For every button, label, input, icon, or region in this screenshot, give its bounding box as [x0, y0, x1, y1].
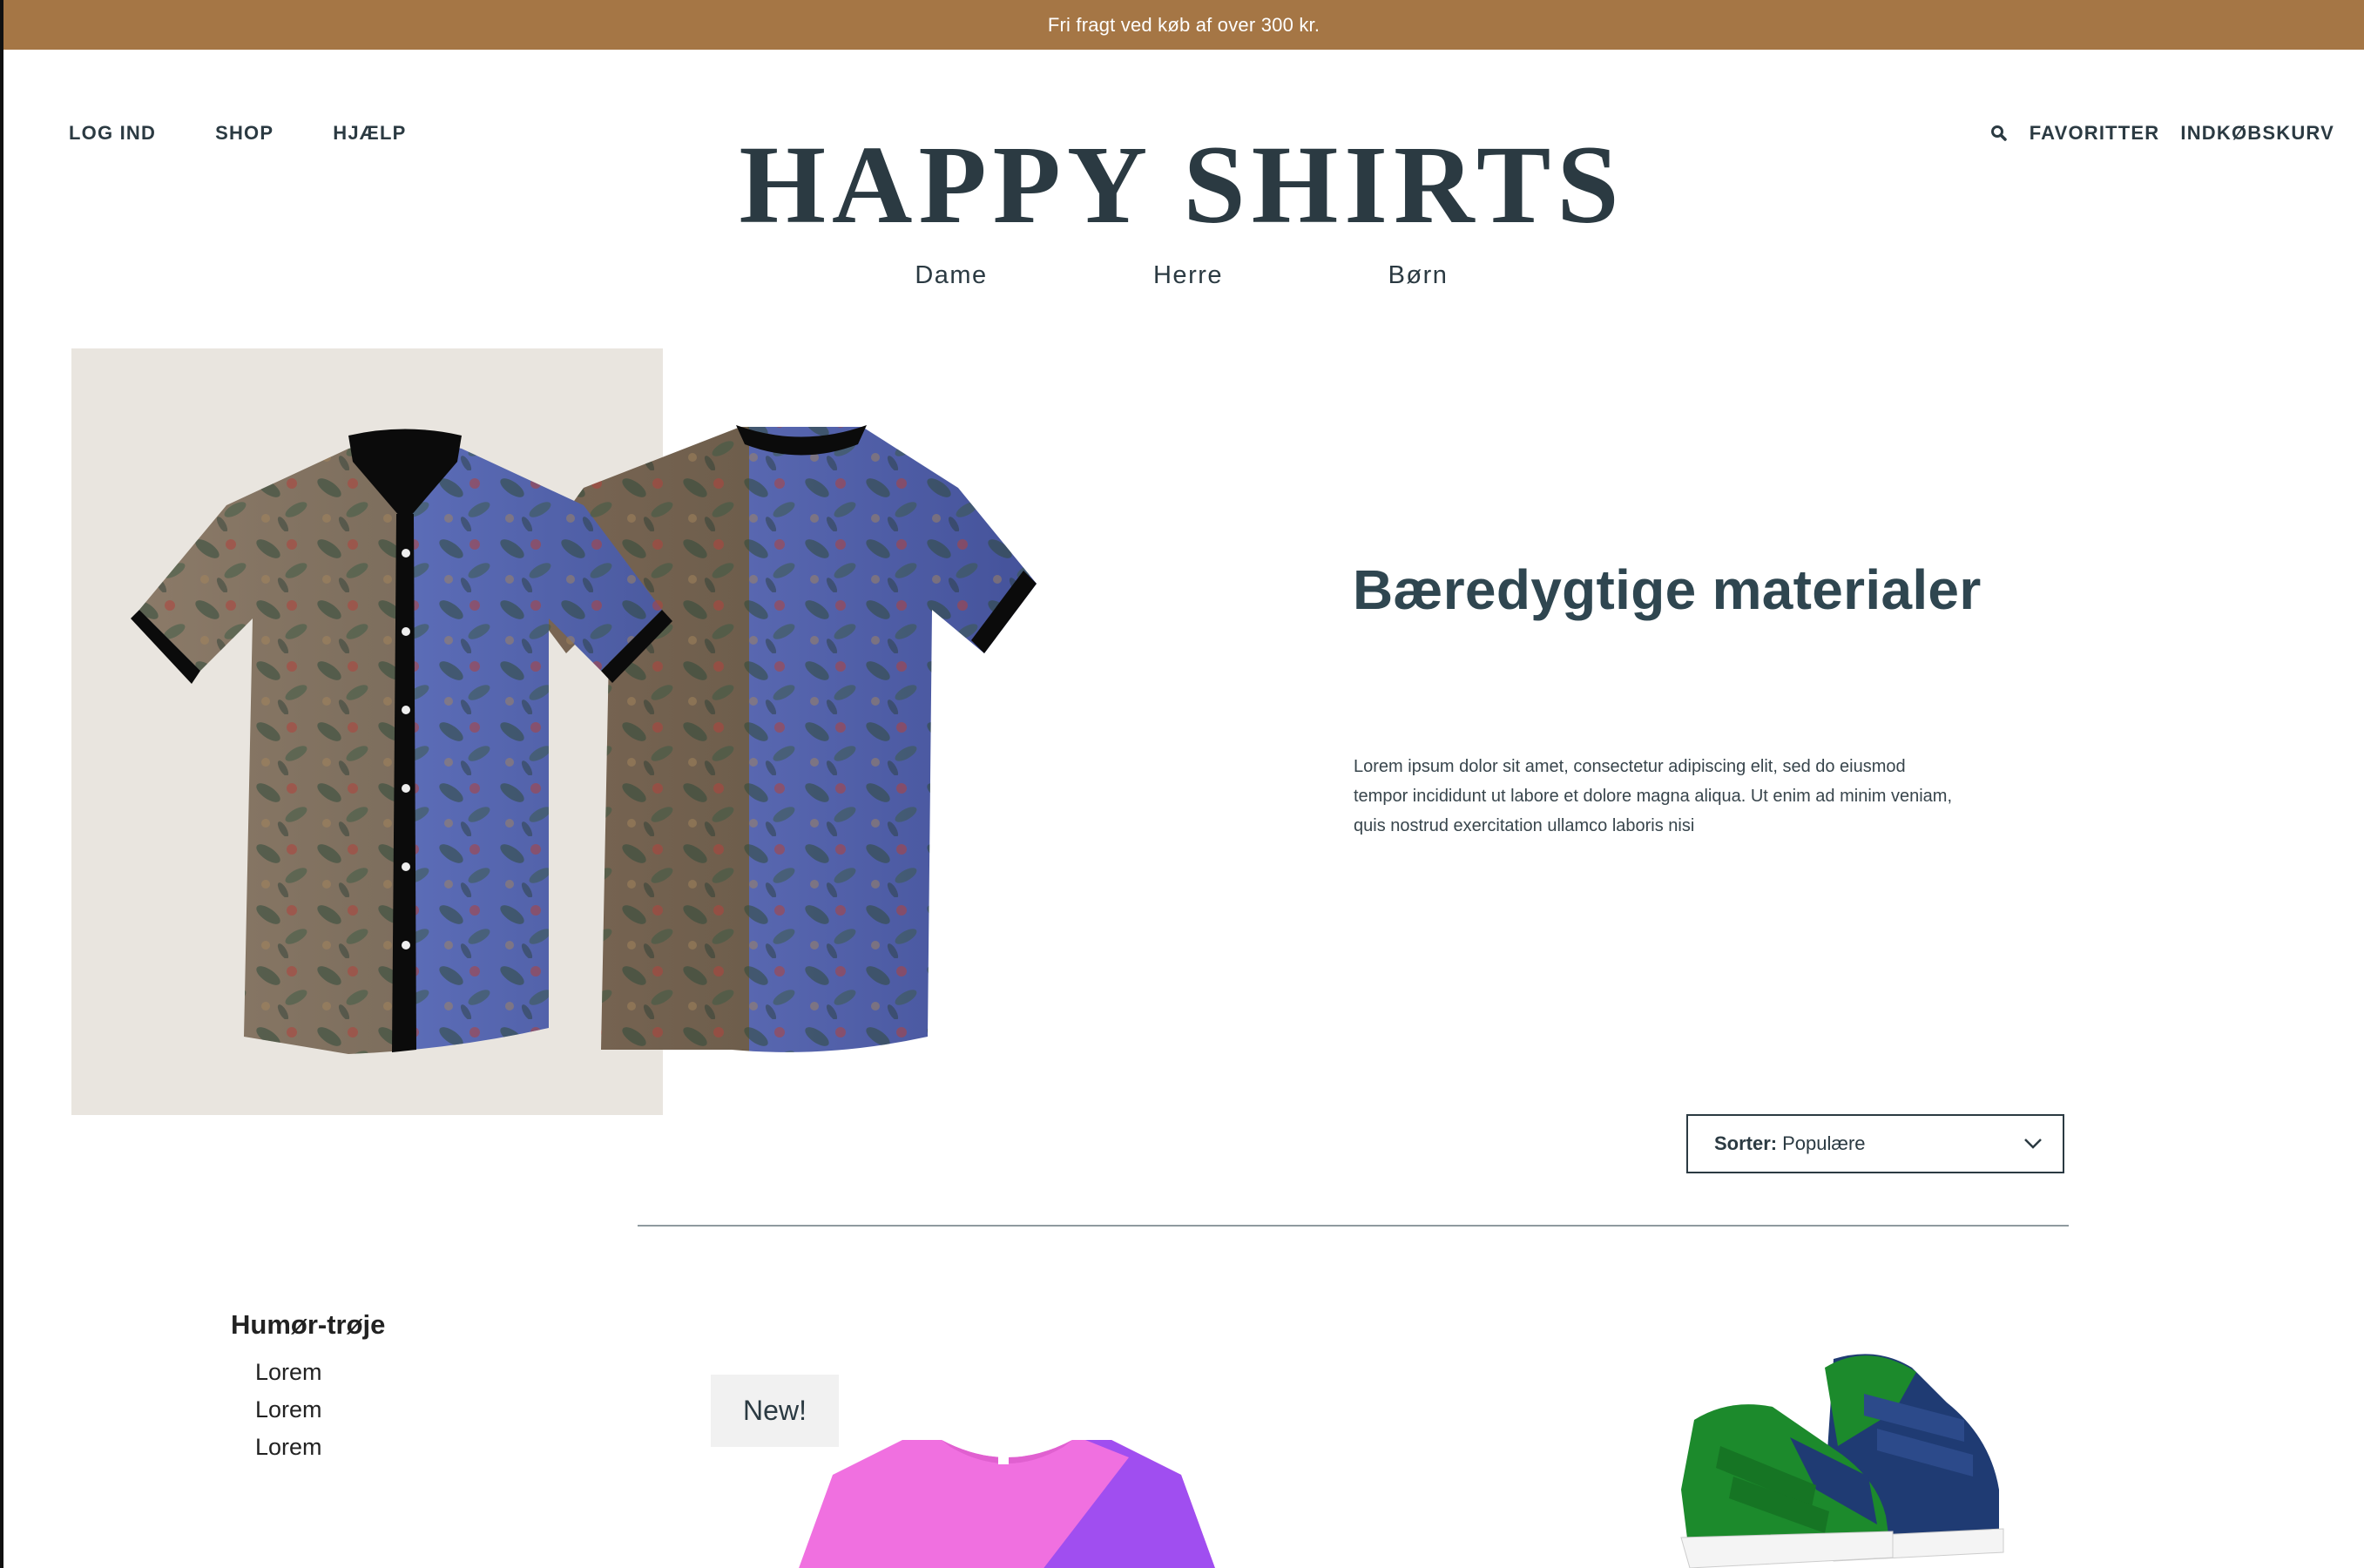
filter-item[interactable]: Lorem [255, 1359, 322, 1396]
sort-dropdown[interactable]: Sorter: Populære [1686, 1114, 2064, 1173]
category-nav: Dame Herre Børn [0, 261, 2364, 296]
site-logo[interactable]: HAPPY SHIRTS [0, 129, 2364, 240]
promo-banner: Fri fragt ved køb af over 300 kr. [3, 0, 2364, 50]
filter-list: Lorem Lorem Lorem [255, 1359, 322, 1471]
filter-item[interactable]: Lorem [255, 1434, 322, 1471]
category-born[interactable]: Børn [1388, 261, 1449, 290]
filter-item[interactable]: Lorem [255, 1396, 322, 1434]
category-herre[interactable]: Herre [1153, 261, 1223, 290]
sort-value: Populære [1782, 1132, 1866, 1154]
promo-text: Fri fragt ved køb af over 300 kr. [1047, 13, 1320, 36]
filter-title: Humør-trøje [231, 1309, 386, 1340]
section-divider [638, 1225, 2069, 1227]
hero-body: Lorem ipsum dolor sit amet, consectetur … [1354, 757, 1953, 835]
shoes-product-image [1680, 1354, 2004, 1568]
product-card-tshirt[interactable]: New! [711, 1375, 1320, 1568]
hero-shirts-image [131, 425, 1037, 1054]
product-card-shoes[interactable] [1616, 1315, 2051, 1568]
new-badge: New! [711, 1375, 839, 1447]
chevron-down-icon [2024, 1139, 2042, 1149]
category-dame[interactable]: Dame [915, 261, 987, 290]
sort-label: Sorter: [1714, 1132, 1778, 1154]
tshirt-product-image [799, 1440, 1215, 1568]
hero-title: Bæredygtige materialer [1353, 558, 1982, 621]
